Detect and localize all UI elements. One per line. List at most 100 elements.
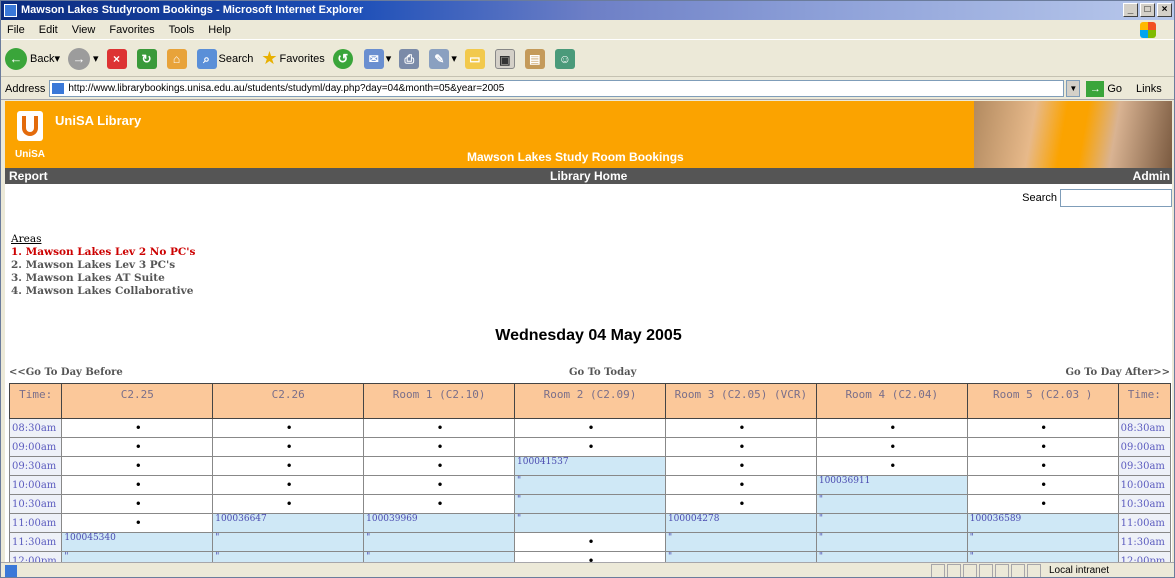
booked-slot[interactable]: 100036911 xyxy=(815,475,968,495)
booked-slot[interactable]: " xyxy=(815,494,968,514)
edit-icon[interactable]: ✎ xyxy=(429,48,450,69)
booked-slot[interactable]: " xyxy=(514,475,666,495)
address-input[interactable]: http://www.librarybookings.unisa.edu.au/… xyxy=(49,80,1065,97)
booked-slot[interactable]: " xyxy=(966,551,1119,562)
area-item[interactable]: 4. Mawson Lakes Collaborative xyxy=(11,285,195,298)
search-input[interactable] xyxy=(1060,189,1172,207)
booked-slot[interactable]: " xyxy=(815,551,968,562)
free-slot[interactable]: • xyxy=(363,437,516,457)
booked-slot[interactable]: " xyxy=(664,551,817,562)
booked-slot[interactable]: " xyxy=(363,532,516,552)
free-slot[interactable]: • xyxy=(664,494,817,514)
booked-slot[interactable]: " xyxy=(514,494,666,514)
area-item[interactable]: 3. Mawson Lakes AT Suite xyxy=(11,272,195,285)
maximize-button[interactable]: □ xyxy=(1140,3,1155,17)
back-button[interactable]: ← Back ▾ xyxy=(5,47,60,70)
booked-slot[interactable]: 100041537 xyxy=(514,456,666,476)
nav-report[interactable]: Report xyxy=(9,168,48,184)
favorites-button[interactable]: ★ Favorites xyxy=(261,48,324,69)
close-button[interactable]: × xyxy=(1157,3,1172,17)
booked-slot[interactable]: 100045340 xyxy=(61,532,214,552)
refresh-icon[interactable]: ↻ xyxy=(136,48,157,69)
messenger-icon[interactable]: ☺ xyxy=(554,48,575,69)
free-slot[interactable]: • xyxy=(664,475,817,495)
free-slot[interactable]: • xyxy=(61,437,214,457)
free-slot[interactable]: • xyxy=(61,456,214,476)
free-slot[interactable]: • xyxy=(664,456,817,476)
time-cell: 11:30am xyxy=(8,532,63,552)
free-slot[interactable]: • xyxy=(966,437,1119,457)
free-slot[interactable]: • xyxy=(212,494,365,514)
booked-slot[interactable]: 100036647 xyxy=(212,513,365,533)
free-slot[interactable]: • xyxy=(966,475,1119,495)
booked-slot[interactable]: " xyxy=(966,532,1119,552)
home-icon[interactable]: ⌂ xyxy=(166,48,187,69)
booked-slot[interactable]: " xyxy=(815,513,968,533)
search-label: Search xyxy=(1022,192,1057,204)
minimize-button[interactable]: _ xyxy=(1123,3,1138,17)
search-button[interactable]: ⌕ Search xyxy=(196,48,253,69)
time-cell: 11:00am xyxy=(1117,513,1172,533)
discuss-icon[interactable]: ▣ xyxy=(494,48,515,69)
free-slot[interactable]: • xyxy=(815,456,968,476)
nav-admin[interactable]: Admin xyxy=(1133,168,1170,184)
free-slot[interactable]: • xyxy=(514,551,666,562)
free-slot[interactable]: • xyxy=(514,418,666,438)
free-slot[interactable]: • xyxy=(212,437,365,457)
booked-slot[interactable]: " xyxy=(212,551,365,562)
menu-help[interactable]: Help xyxy=(208,24,231,36)
free-slot[interactable]: • xyxy=(664,437,817,457)
forward-button[interactable]: → ▾ xyxy=(68,47,99,70)
today-link[interactable]: Go To Today xyxy=(569,367,636,378)
free-slot[interactable]: • xyxy=(514,532,666,552)
free-slot[interactable]: • xyxy=(61,418,214,438)
free-slot[interactable]: • xyxy=(514,437,666,457)
free-slot[interactable]: • xyxy=(363,475,516,495)
menu-view[interactable]: View xyxy=(72,24,96,36)
menu-edit[interactable]: Edit xyxy=(39,24,58,36)
menu-tools[interactable]: Tools xyxy=(169,24,195,36)
go-button[interactable]: → Go xyxy=(1086,80,1122,97)
booked-slot[interactable]: " xyxy=(363,551,516,562)
links-button[interactable]: Links xyxy=(1136,83,1162,95)
free-slot[interactable]: • xyxy=(966,494,1119,514)
menu-file[interactable]: File xyxy=(7,24,25,36)
areas-heading[interactable]: Areas xyxy=(11,233,195,246)
free-slot[interactable]: • xyxy=(363,418,516,438)
free-slot[interactable]: • xyxy=(363,456,516,476)
area-item[interactable]: 1. Mawson Lakes Lev 2 No PC's xyxy=(11,246,195,259)
booked-slot[interactable]: 100004278 xyxy=(664,513,817,533)
day-after-link[interactable]: Go To Day After>> xyxy=(1066,367,1170,378)
nav-library-home[interactable]: Library Home xyxy=(550,168,627,184)
menu-favorites[interactable]: Favorites xyxy=(109,24,154,36)
free-slot[interactable]: • xyxy=(212,475,365,495)
library-link[interactable]: UniSA Library xyxy=(55,113,141,128)
booked-slot[interactable]: " xyxy=(61,551,214,562)
stop-icon[interactable]: × xyxy=(106,48,127,69)
research-icon[interactable]: ▤ xyxy=(524,48,545,69)
address-dropdown-icon[interactable]: ▼ xyxy=(1066,80,1081,97)
history-icon[interactable]: ↺ xyxy=(332,48,353,69)
booked-slot[interactable]: " xyxy=(815,532,968,552)
free-slot[interactable]: • xyxy=(61,513,214,533)
free-slot[interactable]: • xyxy=(61,494,214,514)
folder-icon[interactable]: ▭ xyxy=(464,48,485,69)
free-slot[interactable]: • xyxy=(815,418,968,438)
print-icon[interactable]: ⎙ xyxy=(399,48,420,69)
free-slot[interactable]: • xyxy=(363,494,516,514)
free-slot[interactable]: • xyxy=(664,418,817,438)
free-slot[interactable]: • xyxy=(966,456,1119,476)
booked-slot[interactable]: 100036589 xyxy=(966,513,1119,533)
free-slot[interactable]: • xyxy=(212,456,365,476)
free-slot[interactable]: • xyxy=(61,475,214,495)
free-slot[interactable]: • xyxy=(815,437,968,457)
booked-slot[interactable]: 100039969 xyxy=(363,513,516,533)
free-slot[interactable]: • xyxy=(212,418,365,438)
booked-slot[interactable]: " xyxy=(514,513,666,533)
day-before-link[interactable]: <<Go To Day Before xyxy=(9,367,123,378)
booked-slot[interactable]: " xyxy=(664,532,817,552)
free-slot[interactable]: • xyxy=(966,418,1119,438)
booked-slot[interactable]: " xyxy=(212,532,365,552)
area-item[interactable]: 2. Mawson Lakes Lev 3 PC's xyxy=(11,259,195,272)
mail-icon[interactable]: ✉ xyxy=(363,48,384,69)
